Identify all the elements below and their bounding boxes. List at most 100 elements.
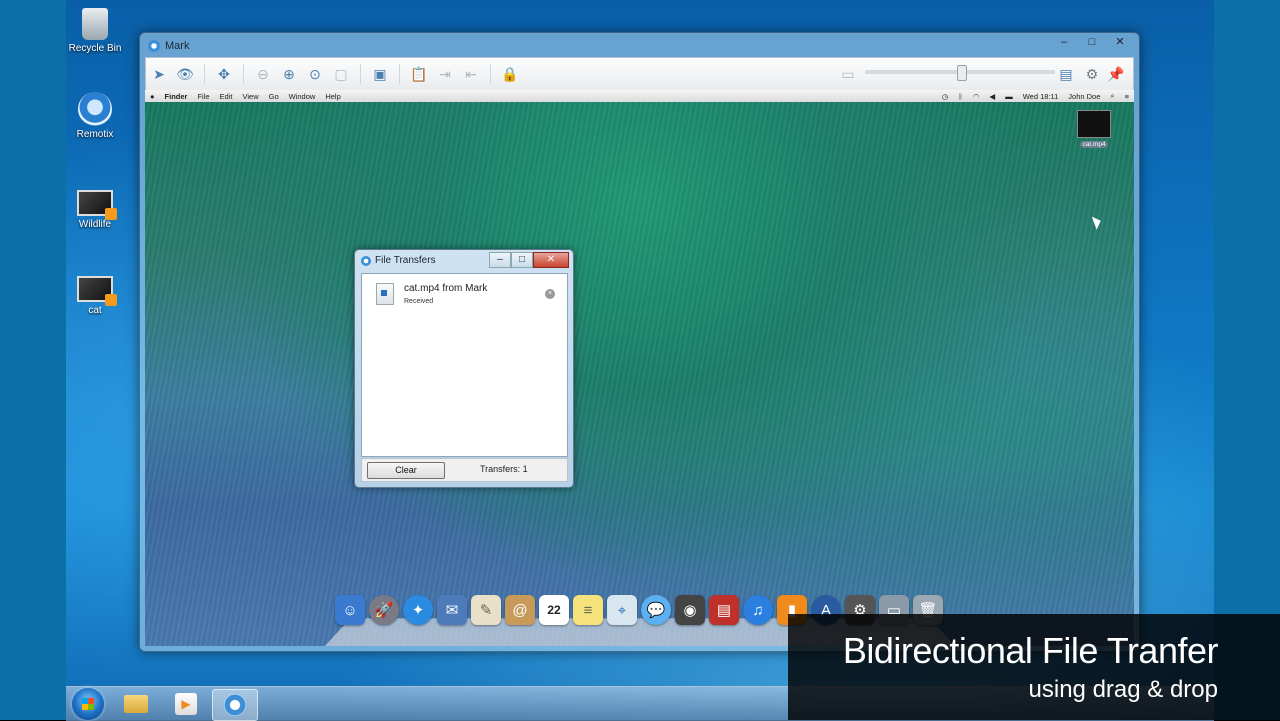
- lock-icon[interactable]: 🔒: [498, 62, 522, 86]
- video-file-icon: [77, 190, 117, 220]
- toolbar-separator: [243, 64, 244, 84]
- facetime-icon[interactable]: ◉: [675, 595, 705, 625]
- desktop-icon-wildlife[interactable]: Wildlife: [60, 190, 130, 230]
- minimize-button[interactable]: –: [489, 252, 511, 268]
- mac-menu-go[interactable]: Go: [269, 92, 279, 101]
- move-icon[interactable]: ✥: [212, 62, 236, 86]
- clipboard-icon[interactable]: 📋: [407, 62, 431, 86]
- zoom-in-icon[interactable]: ⊕: [277, 62, 301, 86]
- notes-icon[interactable]: ✎: [471, 595, 501, 625]
- taskbar-explorer[interactable]: [114, 689, 158, 719]
- bluetooth-icon[interactable]: ᛒ: [958, 92, 963, 101]
- volume-icon[interactable]: ◀: [989, 92, 995, 101]
- itunes-icon[interactable]: ♫: [743, 595, 773, 625]
- taskbar-remotix[interactable]: [212, 689, 258, 721]
- mac-clock[interactable]: Wed 18:11: [1023, 92, 1059, 101]
- zoom-out-icon[interactable]: ⊖: [251, 62, 275, 86]
- wifi-icon[interactable]: ◠: [973, 92, 980, 101]
- contacts-icon[interactable]: @: [505, 595, 535, 625]
- maximize-button[interactable]: □: [1079, 35, 1105, 51]
- desktop-right-edge: [1214, 0, 1280, 720]
- recycle-bin-icon: [82, 8, 108, 40]
- messages-icon[interactable]: 💬: [641, 595, 671, 625]
- flag-icon[interactable]: ▬: [1005, 92, 1013, 101]
- notification-center-icon[interactable]: ≡: [1125, 92, 1129, 101]
- video-thumbnail-icon: [1077, 110, 1111, 138]
- photo-booth-icon[interactable]: ▤: [709, 595, 739, 625]
- caption-title: Bidirectional File Tranfer: [842, 630, 1219, 671]
- close-button[interactable]: ✕: [1107, 35, 1133, 51]
- file-icon: [376, 283, 394, 305]
- maps-icon[interactable]: ⌖: [607, 595, 637, 625]
- caption-subtitle: using drag & drop: [1028, 676, 1218, 703]
- folder-icon: [124, 695, 148, 713]
- mac-user[interactable]: John Doe: [1068, 92, 1100, 101]
- mac-menu-window[interactable]: Window: [289, 92, 316, 101]
- window-controls: – □ ✕: [1051, 35, 1133, 51]
- list-item[interactable]: cat.mp4 from Mark Received: [376, 283, 487, 305]
- actual-size-icon[interactable]: ▢: [329, 62, 353, 86]
- quality-slider-knob[interactable]: [957, 65, 967, 81]
- receive-clipboard-icon[interactable]: ⇤: [459, 62, 483, 86]
- desktop-icon-label: cat: [88, 305, 102, 316]
- apple-icon[interactable]: ●: [150, 92, 155, 101]
- fullscreen-icon[interactable]: ▣: [368, 62, 392, 86]
- gear-icon[interactable]: ⚙: [1080, 62, 1104, 86]
- zoom-fit-icon[interactable]: ⊙: [303, 62, 327, 86]
- clear-button[interactable]: Clear: [367, 462, 445, 479]
- window-titlebar[interactable]: Mark: [148, 37, 189, 55]
- start-button[interactable]: [72, 688, 104, 720]
- transfers-count: Transfers: 1: [480, 464, 528, 474]
- toolbar-separator: [490, 64, 491, 84]
- desktop-icon-label: Wildlife: [78, 219, 112, 230]
- mac-menu-finder[interactable]: Finder: [165, 92, 188, 101]
- finder-icon[interactable]: ☺: [335, 595, 365, 625]
- time-machine-icon[interactable]: ◷: [942, 92, 949, 101]
- desktop-icon-remotix[interactable]: Remotix: [60, 92, 130, 140]
- mac-menu-file[interactable]: File: [197, 92, 209, 101]
- mac-menu-view[interactable]: View: [242, 92, 258, 101]
- launchpad-icon[interactable]: 🚀: [369, 595, 399, 625]
- video-file-icon: [77, 276, 117, 306]
- remote-screen[interactable]: ● Finder File Edit View Go Window Help ◷…: [145, 90, 1134, 646]
- mouse-cursor-icon: [1091, 214, 1104, 230]
- mac-desktop-file-cat[interactable]: cat.mp4: [1074, 110, 1114, 148]
- taskbar-media-player[interactable]: ▶: [164, 689, 208, 719]
- toolbar-separator: [399, 64, 400, 84]
- toolbar-separator: [360, 64, 361, 84]
- minimize-button[interactable]: –: [1051, 35, 1077, 51]
- send-clipboard-icon[interactable]: ⇥: [433, 62, 457, 86]
- dialog-controls: – □ ✕: [489, 252, 569, 268]
- stickies-icon[interactable]: ≡: [573, 595, 603, 625]
- toolbar-separator: [204, 64, 205, 84]
- mac-menu-edit[interactable]: Edit: [220, 92, 233, 101]
- remotix-icon: [78, 92, 112, 126]
- desktop-icon-cat[interactable]: cat: [60, 276, 130, 316]
- file-transfers-titlebar[interactable]: File Transfers: [361, 255, 436, 266]
- dialog-footer: Clear Transfers: 1: [361, 458, 568, 482]
- transfer-status: Received: [404, 298, 434, 305]
- mac-menu-help[interactable]: Help: [325, 92, 340, 101]
- media-player-icon: ▶: [175, 693, 197, 715]
- mac-file-label: cat.mp4: [1080, 141, 1108, 148]
- close-button[interactable]: ✕: [533, 252, 569, 268]
- desktop-icon-label: Recycle Bin: [68, 43, 122, 54]
- calendar-icon[interactable]: 22: [539, 595, 569, 625]
- view-only-icon[interactable]: 👁: [173, 62, 197, 86]
- spotlight-icon[interactable]: ⌕: [1110, 91, 1114, 101]
- desktop-left-edge: [0, 0, 66, 720]
- transfer-list: cat.mp4 from Mark Received ×: [361, 273, 568, 457]
- file-transfers-title: File Transfers: [375, 255, 436, 266]
- desktop-icon-label: Remotix: [76, 129, 114, 140]
- mail-icon[interactable]: ✉: [437, 595, 467, 625]
- remotix-icon: [224, 694, 246, 716]
- remotix-app-icon: [148, 40, 160, 52]
- quality-low-icon: ▭: [841, 65, 855, 82]
- quality-slider[interactable]: [865, 65, 1055, 81]
- remove-transfer-icon[interactable]: ×: [545, 289, 555, 299]
- pin-icon[interactable]: 📌: [1104, 62, 1128, 86]
- safari-icon[interactable]: ✦: [403, 595, 433, 625]
- desktop-icon-recycle-bin[interactable]: Recycle Bin: [60, 8, 130, 54]
- pointer-icon[interactable]: ➤: [147, 62, 171, 86]
- maximize-button[interactable]: □: [511, 252, 533, 268]
